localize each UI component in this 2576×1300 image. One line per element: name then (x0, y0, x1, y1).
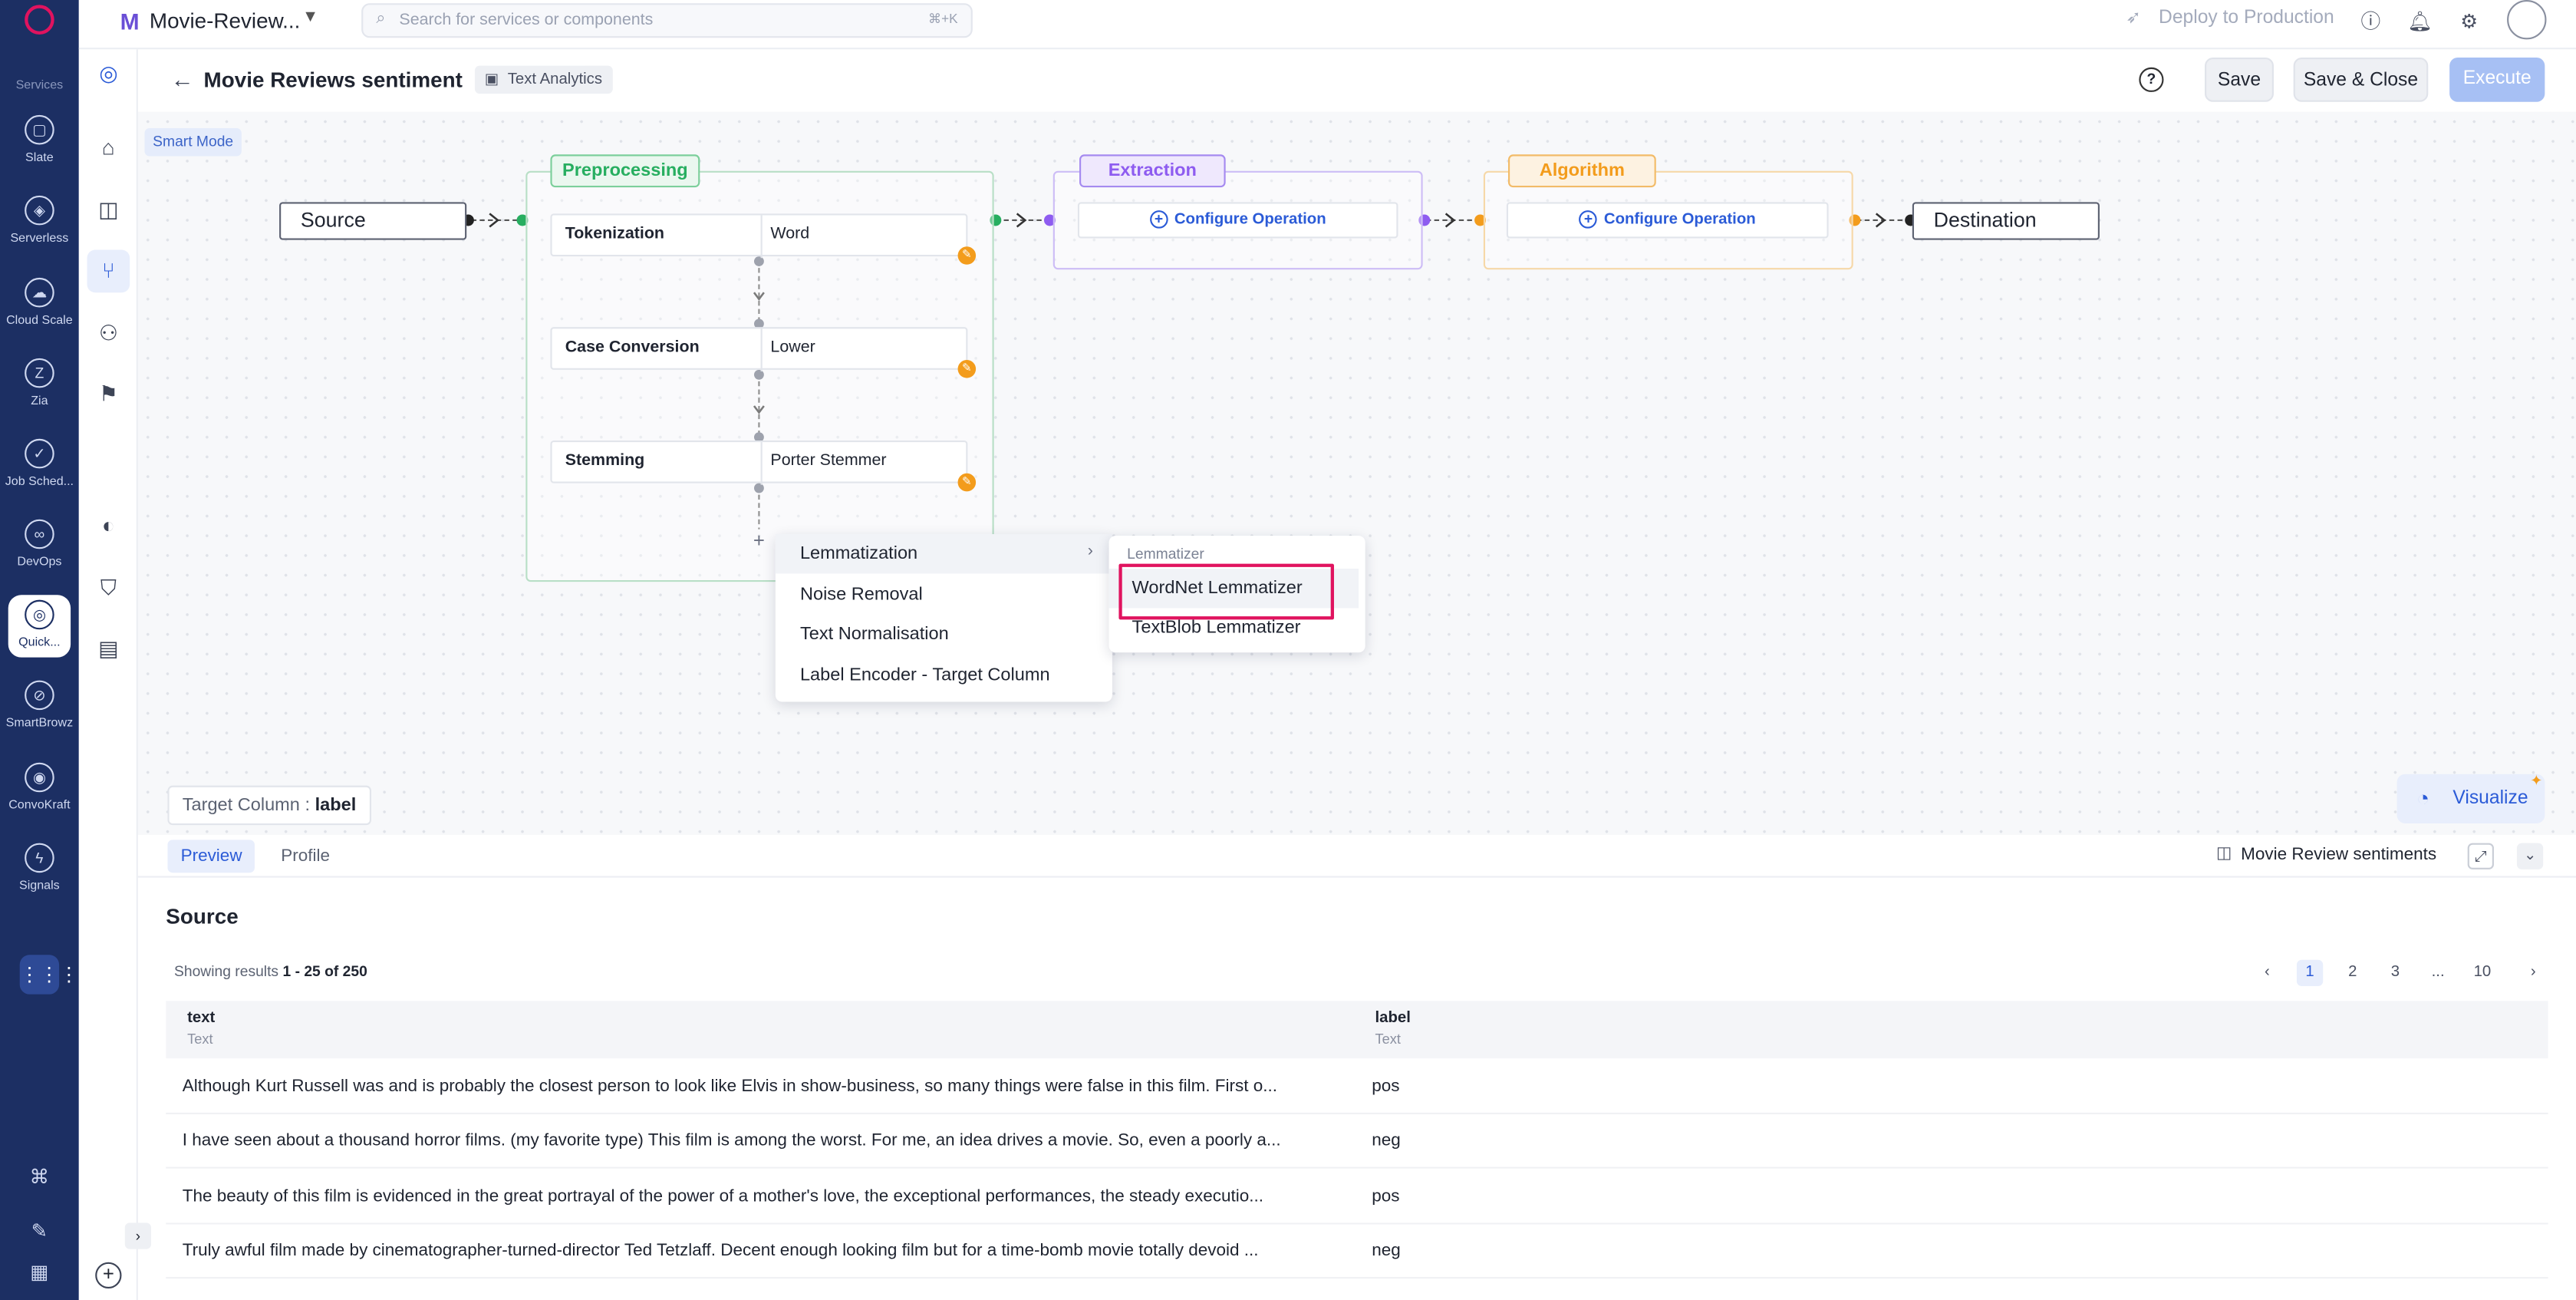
results-range: 1 - 25 of 250 (282, 962, 367, 980)
database-small-icon: ◫ (2216, 844, 2232, 863)
target-column-badge: Target Column : label (167, 785, 371, 826)
cell-label: neg (1372, 1131, 1401, 1151)
preprocessing-label: Preprocessing (550, 154, 700, 188)
tabs-divider (137, 876, 2576, 878)
visualize-button[interactable]: ◔ Visualize (2396, 774, 2545, 823)
operation-value[interactable]: Lower (770, 338, 815, 357)
chevron-down-icon[interactable]: ⌄ (2516, 843, 2544, 869)
tab-profile[interactable]: Profile (268, 840, 343, 873)
sparkle-icon: ✦ (2530, 772, 2543, 789)
extraction-label: Extraction (1079, 154, 1226, 188)
operation-row[interactable]: Case Conversion Lower (550, 327, 968, 372)
section-title: Source (166, 903, 239, 929)
wrench-icon[interactable]: ✎ (957, 246, 977, 265)
highlight-box (1118, 563, 1334, 620)
menu-item-noise-removal[interactable]: Noise Removal (776, 574, 1112, 613)
operation-value[interactable]: Word (770, 225, 809, 243)
table-row[interactable]: The beauty of this film is evidenced in … (166, 1170, 2548, 1224)
configure-algorithm-button[interactable]: + Configure Operation (1506, 202, 1829, 239)
operation-divider (760, 328, 763, 372)
table-row[interactable]: Although Kurt Russell was and is probabl… (166, 1060, 2548, 1115)
source-node[interactable]: Source (279, 202, 467, 240)
operation-name: Stemming (565, 451, 645, 470)
add-operation-icon[interactable]: + (749, 531, 769, 551)
results-count: Showing results 1 - 25 of 250 (174, 963, 367, 979)
tab-preview[interactable]: Preview (167, 840, 255, 873)
operation-menu: Lemmatization Noise Removal Text Normalisa… (775, 534, 1112, 702)
target-column-label: Target Column : (182, 795, 311, 816)
cell-text: Truly awful film made by cinematographer… (182, 1240, 1259, 1261)
table-header: text Text label Text (166, 1001, 2548, 1059)
results-prefix: Showing results (174, 962, 279, 980)
column-header-text[interactable]: text (187, 1009, 215, 1028)
pie-chart-icon: ◔ (2416, 785, 2430, 810)
column-header-label[interactable]: label (1375, 1009, 1411, 1028)
menu-item-lemmatization[interactable]: Lemmatization (775, 534, 1112, 574)
cell-label: neg (1372, 1240, 1401, 1261)
cell-text: The beauty of this film is evidenced in … (182, 1186, 1263, 1206)
operation-name: Case Conversion (565, 338, 700, 357)
plus-circle-icon: + (1579, 210, 1598, 229)
next-page-icon[interactable]: › (2520, 960, 2546, 986)
operation-row[interactable]: Stemming Porter Stemmer (550, 440, 968, 485)
chevron-right-icon: › (1087, 542, 1093, 561)
expand-icon[interactable]: ⤢ (2467, 843, 2494, 869)
page-3[interactable]: 3 (2382, 960, 2408, 986)
cell-label: pos (1372, 1186, 1400, 1206)
wrench-icon[interactable]: ✎ (957, 473, 977, 492)
visualize-label: Visualize (2452, 788, 2528, 809)
dataset-name[interactable]: Movie Review sentiments (2241, 845, 2436, 865)
cell-text: Although Kurt Russell was and is probabl… (182, 1076, 1278, 1097)
operation-name: Tokenization (565, 225, 665, 243)
prev-page-icon[interactable]: ‹ (2254, 960, 2280, 986)
destination-node[interactable]: Destination (1912, 202, 2100, 240)
column-type-text: Text (187, 1030, 213, 1048)
operation-divider (760, 215, 763, 259)
operation-value[interactable]: Porter Stemmer (770, 452, 886, 470)
collapse-nav-icon[interactable]: › (124, 1222, 152, 1249)
cell-label: pos (1372, 1076, 1400, 1097)
page-ellipsis: ... (2431, 962, 2445, 982)
table-row[interactable]: I have seen about a thousand horror film… (166, 1115, 2548, 1170)
table-row[interactable]: Truly awful film made by cinematographer… (166, 1224, 2548, 1279)
page-10[interactable]: 10 (2469, 960, 2495, 986)
configure-label: Configure Operation (1174, 210, 1326, 229)
submenu-header: Lemmatizer (1127, 546, 1204, 563)
wrench-icon[interactable]: ✎ (957, 360, 977, 378)
page-1[interactable]: 1 (2296, 959, 2324, 986)
target-column-value: label (315, 795, 357, 816)
page-2[interactable]: 2 (2340, 960, 2366, 986)
configure-extraction-button[interactable]: + Configure Operation (1077, 202, 1398, 239)
cell-text: I have seen about a thousand horror film… (182, 1131, 1281, 1151)
column-type-label: Text (1375, 1030, 1401, 1048)
operation-divider (760, 442, 763, 485)
menu-item-label-encoder-target-column[interactable]: Label Encoder - Target Column (776, 655, 1112, 694)
add-circle-icon[interactable]: + (95, 1262, 122, 1289)
operation-row[interactable]: Tokenization Word (550, 213, 968, 259)
configure-label: Configure Operation (1603, 210, 1756, 229)
menu-item-text-normalisation[interactable]: Text Normalisation (776, 615, 1112, 654)
plus-circle-icon: + (1149, 210, 1168, 229)
algorithm-label: Algorithm (1507, 154, 1656, 188)
